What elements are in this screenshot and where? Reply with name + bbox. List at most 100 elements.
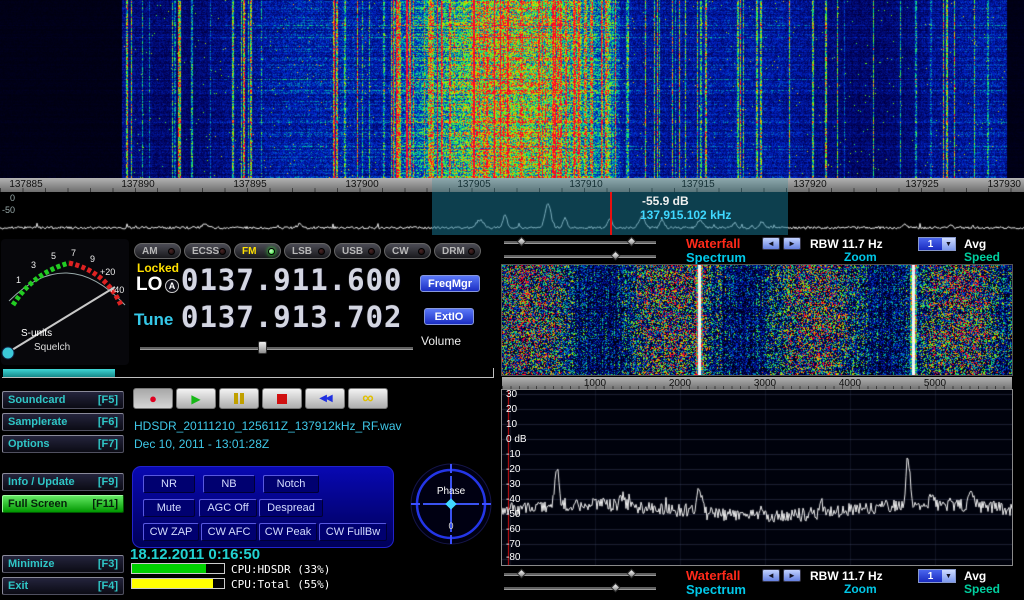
spectrum-label[interactable]: Spectrum (686, 582, 746, 597)
signal-db-readout: -55.9 dB (642, 194, 689, 208)
cw-afc-button[interactable]: CW AFC (201, 523, 257, 541)
slider-thumb[interactable] (611, 251, 621, 261)
cw-zap-button[interactable]: CW ZAP (143, 523, 199, 541)
lo-lock-button[interactable]: A (165, 279, 179, 293)
agc-button[interactable]: AGC Off (199, 499, 257, 517)
volume-slider[interactable] (140, 347, 413, 350)
options-button[interactable]: Options[F7] (2, 435, 124, 453)
shift-left-button[interactable]: ◄ (762, 569, 780, 582)
slider-thumb[interactable] (627, 237, 637, 247)
stop-icon (277, 394, 287, 404)
cw-peak-button[interactable]: CW Peak (259, 523, 317, 541)
waterfall-contrast-slider[interactable] (504, 241, 656, 244)
button-hotkey: [F4] (98, 580, 118, 592)
phase-dial[interactable]: Phase 0 (408, 461, 494, 547)
slider-thumb[interactable] (517, 237, 527, 247)
loop-button[interactable]: ∞ (348, 388, 388, 409)
nb-button[interactable]: NB (203, 475, 255, 493)
nr-button[interactable]: NR (143, 475, 195, 493)
full-screen-button[interactable]: Full Screen[F11] (2, 495, 124, 513)
af-waterfall-display[interactable] (502, 265, 1012, 375)
record-icon: ● (149, 391, 157, 406)
db-tick: 30 (506, 389, 517, 400)
pause-button[interactable] (219, 388, 259, 409)
mode-label: AM (142, 246, 158, 257)
tune-marker-line[interactable] (610, 192, 612, 235)
waterfall-label[interactable]: Waterfall (686, 236, 740, 251)
dsp-panel: NR NB Notch Mute AGC Off Despread CW ZAP… (132, 466, 394, 548)
rewind-button[interactable]: ◀◀ (305, 388, 345, 409)
samplerate-button[interactable]: Samplerate[F6] (2, 413, 124, 431)
cw-fullbw-button[interactable]: CW FullBw (319, 523, 387, 541)
info-update-button[interactable]: Info / Update[F9] (2, 473, 124, 491)
mode-button-ecss[interactable]: ECSS (184, 243, 231, 259)
mode-button-cw[interactable]: CW (384, 243, 431, 259)
button-label: Info / Update (8, 476, 75, 488)
waterfall-label[interactable]: Waterfall (686, 568, 740, 583)
mode-label: USB (342, 246, 363, 257)
button-label: Soundcard (8, 394, 65, 406)
db-tick: -50 (506, 509, 520, 520)
soundcard-button[interactable]: Soundcard[F5] (2, 391, 124, 409)
button-hotkey: [F11] (92, 498, 118, 510)
cpu-hdsdr-text: CPU:HDSDR (33%) (231, 563, 330, 576)
lo-frequency-display[interactable]: 0137.911.600 (181, 263, 403, 297)
level-bar-track[interactable] (2, 368, 494, 378)
af-spectrum-display[interactable] (502, 390, 1012, 565)
mode-button-fm[interactable]: FM (234, 243, 281, 259)
cpu-hdsdr-bar (131, 563, 225, 574)
mute-button[interactable]: Mute (143, 499, 195, 517)
speed-dropdown-value: 1 (919, 238, 942, 250)
zoom-label: Zoom (844, 250, 877, 264)
mode-label: ECSS (192, 246, 219, 257)
button-label: Options (8, 438, 50, 450)
spectrum-label[interactable]: Spectrum (686, 250, 746, 265)
mode-label: LSB (292, 246, 312, 257)
rewind-icon: ◀◀ (319, 393, 330, 404)
squelch-label: Squelch (34, 342, 70, 353)
shift-right-button[interactable]: ► (783, 569, 801, 582)
despread-button[interactable]: Despread (259, 499, 323, 517)
slider-thumb[interactable] (517, 569, 527, 579)
mode-button-drm[interactable]: DRM (434, 243, 481, 259)
rf-waterfall-display[interactable] (0, 0, 1024, 178)
extio-button[interactable]: ExtIO (424, 308, 474, 325)
shift-right-button[interactable]: ► (783, 237, 801, 250)
slider-thumb[interactable] (611, 583, 621, 593)
chevron-down-icon[interactable]: ▼ (942, 238, 955, 250)
mode-button-lsb[interactable]: LSB (284, 243, 331, 259)
slider-thumb[interactable] (627, 569, 637, 579)
display-controls-top: Waterfall ◄ ► RBW 11.7 Hz 1 ▼ Avg Spectr… (500, 236, 1024, 264)
speed-dropdown[interactable]: 1 ▼ (918, 569, 956, 583)
s-meter-pivot[interactable] (2, 347, 14, 359)
record-button[interactable]: ● (133, 388, 173, 409)
volume-slider-thumb[interactable] (258, 341, 267, 354)
loop-icon: ∞ (362, 390, 373, 408)
mode-button-usb[interactable]: USB (334, 243, 381, 259)
passband-highlight-scale (432, 178, 788, 192)
play-icon: ▶ (191, 392, 200, 406)
chevron-down-icon[interactable]: ▼ (942, 570, 955, 582)
cursor-frequency-readout: 137.915.102 kHz (640, 208, 731, 222)
lo-label: LO (136, 274, 162, 296)
notch-button[interactable]: Notch (263, 475, 319, 493)
spectrum-range-slider[interactable] (504, 587, 656, 590)
s-meter-tick: 1 (16, 275, 21, 285)
mode-button-am[interactable]: AM (134, 243, 181, 259)
shift-left-button[interactable]: ◄ (762, 237, 780, 250)
minimize-button[interactable]: Minimize[F3] (2, 555, 124, 573)
overview-axis-0: 0 (10, 193, 15, 203)
spectrum-range-slider[interactable] (504, 255, 656, 258)
speed-dropdown[interactable]: 1 ▼ (918, 237, 956, 251)
tune-frequency-display[interactable]: 0137.913.702 (181, 300, 403, 334)
play-button[interactable]: ▶ (176, 388, 216, 409)
phase-label: Phase (437, 486, 466, 497)
stop-button[interactable] (262, 388, 302, 409)
db-tick: -80 (506, 552, 520, 563)
cpu-total-bar (131, 578, 225, 589)
freqmgr-button[interactable]: FreqMgr (420, 275, 480, 292)
waterfall-contrast-slider[interactable] (504, 573, 656, 576)
tune-label: Tune (134, 310, 173, 330)
exit-button[interactable]: Exit[F4] (2, 577, 124, 595)
s-meter-tick: 5 (51, 251, 56, 261)
